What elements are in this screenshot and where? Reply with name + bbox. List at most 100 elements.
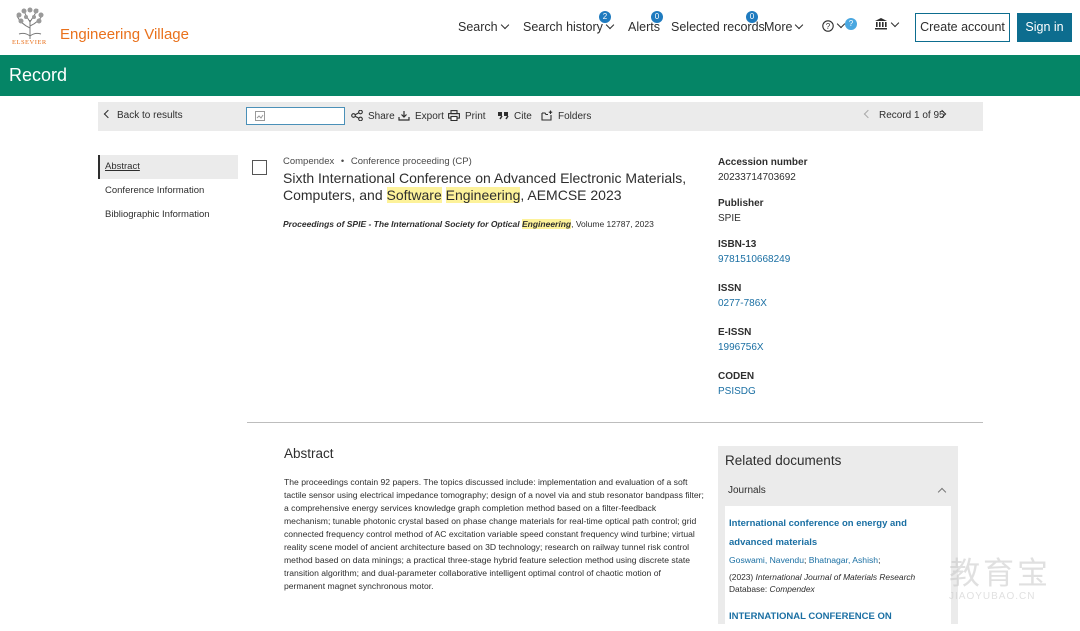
- issn-block: ISSN 0277-786X: [718, 283, 918, 309]
- print-button[interactable]: Print: [448, 110, 486, 122]
- printer-icon: [448, 110, 460, 121]
- e-issn-link[interactable]: 1996756X: [718, 342, 918, 353]
- elsevier-wordmark: ELSEVIER: [12, 39, 47, 46]
- related-document-card: International conference on energy and a…: [725, 506, 951, 631]
- folders-button[interactable]: Folders: [541, 110, 591, 122]
- selected-records-badge: 0: [746, 11, 758, 23]
- record-section-nav: Abstract Conference Information Bibliogr…: [98, 155, 238, 227]
- select-record-checkbox[interactable]: [252, 160, 267, 175]
- broken-image-placeholder: [246, 107, 345, 125]
- chevron-down-icon: [500, 20, 509, 30]
- abstract-heading: Abstract: [284, 446, 334, 461]
- citation-journal: International Journal of Materials Resea…: [755, 572, 916, 582]
- cite-button[interactable]: Cite: [497, 110, 532, 122]
- download-icon: [398, 111, 410, 121]
- info-label: ISSN: [718, 283, 742, 294]
- abstract-text: The proceedings contain 92 papers. The t…: [284, 477, 704, 591]
- related-document-citation: (2023) International Journal of Material…: [729, 571, 949, 595]
- share-label: Share: [368, 111, 395, 122]
- issn-link[interactable]: 0277-786X: [718, 298, 918, 309]
- document-type-label: Conference proceeding (CP): [350, 156, 472, 167]
- record-source: Proceedings of SPIE - The International …: [283, 219, 654, 229]
- chevron-down-icon: [795, 20, 804, 30]
- info-value: SPIE: [718, 213, 741, 224]
- isbn-block: ISBN-13 9781510668249: [718, 239, 918, 265]
- info-label: ISBN-13: [718, 239, 757, 250]
- info-value: 20233714703692: [718, 172, 796, 183]
- next-record-button[interactable]: [937, 109, 947, 121]
- chevron-left-icon: [103, 109, 113, 119]
- e-issn-block: E-ISSN 1996756X: [718, 327, 918, 353]
- quote-icon: [498, 112, 509, 120]
- broken-image-icon: [255, 111, 265, 121]
- related-document-title[interactable]: INTERNATIONAL CONFERENCE ON: [729, 611, 892, 622]
- sign-in-button[interactable]: Sign in: [1017, 13, 1072, 42]
- folder-add-icon: [541, 110, 553, 121]
- citation-database-label: Database:: [729, 584, 768, 594]
- source-title[interactable]: Proceedings of SPIE - The International …: [283, 219, 522, 229]
- title-part: , AEMCSE 2023: [520, 187, 622, 203]
- search-history-badge: 2: [599, 11, 611, 23]
- nav-search-label: Search: [458, 20, 498, 34]
- help-menu[interactable]: ?: [822, 19, 846, 33]
- nav-search-history[interactable]: Search history: [523, 20, 615, 34]
- chevron-down-icon: [836, 19, 846, 29]
- record-counter: Record 1 of 95: [879, 110, 945, 121]
- author-link[interactable]: Bhatnagar, Ashish: [809, 555, 878, 565]
- related-heading: Related documents: [725, 453, 842, 468]
- nav-search[interactable]: Search: [458, 20, 509, 34]
- info-label: Accession number: [718, 157, 808, 168]
- author-link[interactable]: Goswami, Navendu: [729, 555, 804, 565]
- svg-text:?: ?: [826, 22, 831, 31]
- coden-link[interactable]: PSISDG: [718, 386, 918, 397]
- publisher-block: Publisher SPIE: [718, 198, 918, 224]
- watermark-text: 教育宝: [949, 556, 1051, 592]
- record-title: Sixth International Conference on Advanc…: [283, 170, 703, 204]
- info-label: CODEN: [718, 371, 755, 382]
- export-label: Export: [415, 111, 444, 122]
- title-highlight: Software: [386, 187, 442, 203]
- share-button[interactable]: Share: [351, 110, 395, 122]
- page-title: Record: [9, 65, 68, 85]
- previous-record-button[interactable]: [863, 109, 873, 121]
- nav-search-history-label: Search history: [523, 20, 603, 34]
- source-highlight: Engineering: [522, 219, 572, 229]
- section-divider: [247, 422, 983, 423]
- accession-number-block: Accession number 20233714703692: [718, 157, 918, 183]
- nav-abstract[interactable]: Abstract: [98, 155, 238, 179]
- coden-block: CODEN PSISDG: [718, 371, 918, 397]
- record-meta: Compendex • Conference proceeding (CP): [283, 156, 472, 167]
- chevron-right-icon: [937, 109, 947, 119]
- nav-bibliographic-information[interactable]: Bibliographic Information: [98, 203, 238, 227]
- back-to-results-label: Back to results: [117, 110, 183, 121]
- share-icon: [351, 110, 363, 121]
- database-label: Compendex: [283, 156, 335, 167]
- print-label: Print: [465, 111, 486, 122]
- related-document-title[interactable]: International conference on energy and a…: [729, 514, 944, 552]
- create-account-button[interactable]: Create account: [915, 13, 1010, 42]
- institution-menu[interactable]: [874, 17, 900, 32]
- folders-label: Folders: [558, 111, 592, 122]
- help-circle-icon: ?: [822, 20, 834, 32]
- bullet-separator: •: [340, 156, 345, 167]
- chevron-up-icon[interactable]: [937, 487, 947, 497]
- record-toolbar: Back to results Share Export Print Cite …: [98, 102, 983, 131]
- source-volume: , Volume 12787, 2023: [571, 219, 654, 229]
- info-label: Publisher: [718, 198, 764, 209]
- journals-section-toggle[interactable]: Journals: [728, 485, 766, 496]
- page-title-band: Record: [0, 55, 1080, 96]
- related-documents-panel: Related documents Journals International…: [718, 446, 958, 631]
- help-badge: ?: [845, 18, 857, 30]
- back-to-results-link[interactable]: Back to results: [103, 109, 183, 121]
- cite-label: Cite: [514, 111, 532, 122]
- brand-name[interactable]: Engineering Village: [60, 26, 189, 43]
- isbn-link[interactable]: 9781510668249: [718, 254, 918, 265]
- chevron-left-icon: [863, 109, 873, 119]
- export-button[interactable]: Export: [398, 110, 444, 122]
- nav-more-label: More: [764, 20, 793, 34]
- top-header: ELSEVIER Engineering Village Search Sear…: [0, 0, 1080, 55]
- citation-year: (2023): [729, 572, 754, 582]
- nav-conference-information[interactable]: Conference Information: [98, 179, 238, 203]
- title-highlight: Engineering: [445, 187, 521, 203]
- nav-more[interactable]: More: [764, 20, 804, 34]
